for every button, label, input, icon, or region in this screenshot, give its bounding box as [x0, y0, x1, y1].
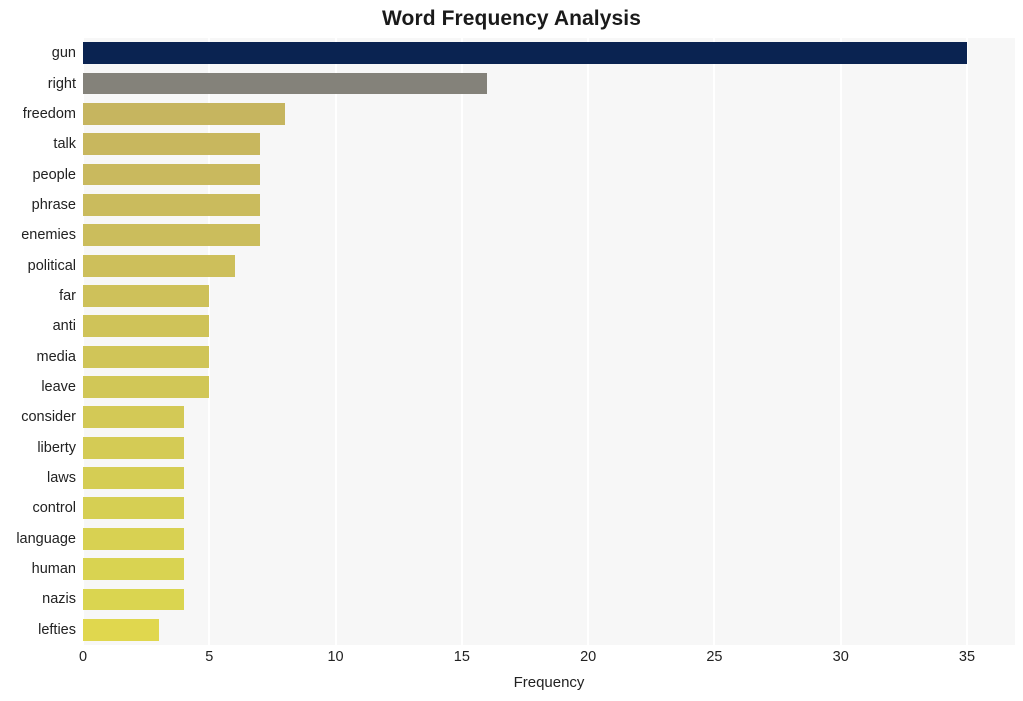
- x-tick-label-35: 35: [958, 649, 976, 665]
- bar-political[interactable]: [83, 254, 235, 277]
- word-frequency-bar-chart: Word Frequency Analysis gun right freedom t…: [0, 0, 1023, 701]
- y-tick-label-media: media: [36, 348, 77, 365]
- bar-row[interactable]: [83, 558, 1015, 581]
- bar-anti[interactable]: [83, 315, 210, 338]
- bar-row[interactable]: [83, 254, 1015, 277]
- bar-far[interactable]: [83, 285, 210, 307]
- bar-gun[interactable]: [83, 42, 967, 65]
- bar-right[interactable]: [83, 72, 488, 95]
- y-tick-label-leave: leave: [41, 379, 76, 396]
- bar-row[interactable]: [83, 133, 1015, 156]
- x-axis-tick-labels: 0 5 10 15 20 25 30 35: [0, 648, 1023, 672]
- x-tick-label-10: 10: [327, 649, 344, 665]
- chart-title: Word Frequency Analysis: [381, 7, 642, 30]
- bar-leave[interactable]: [83, 376, 210, 398]
- y-tick-label-human: human: [31, 561, 76, 578]
- y-tick-label-liberty: liberty: [37, 439, 76, 456]
- bar-lefties[interactable]: [83, 618, 159, 641]
- bar-row[interactable]: [83, 376, 1015, 398]
- bar-human[interactable]: [83, 558, 185, 581]
- y-tick-label-enemies: enemies: [21, 227, 76, 244]
- y-tick-label-right: right: [47, 75, 76, 92]
- bar-row[interactable]: [83, 224, 1015, 247]
- y-tick-label-political: political: [27, 257, 76, 274]
- y-tick-label-lefties: lefties: [38, 621, 76, 638]
- bar-row[interactable]: [83, 618, 1015, 641]
- y-tick-label-control: control: [32, 500, 76, 517]
- y-tick-label-nazis: nazis: [42, 591, 76, 608]
- bar-people[interactable]: [83, 163, 260, 186]
- x-tick-label-15: 15: [453, 649, 470, 665]
- bar-media[interactable]: [83, 345, 210, 368]
- bar-row[interactable]: [83, 42, 1015, 65]
- x-tick-label-20: 20: [580, 649, 597, 665]
- bar-row[interactable]: [83, 497, 1015, 520]
- bar-phrase[interactable]: [83, 193, 260, 216]
- y-tick-label-consider: consider: [21, 409, 76, 426]
- bar-liberty[interactable]: [83, 436, 185, 459]
- y-tick-label-language: language: [16, 530, 76, 547]
- bar-talk[interactable]: [83, 133, 260, 156]
- bar-row[interactable]: [83, 102, 1015, 125]
- bar-row[interactable]: [83, 527, 1015, 550]
- bar-row[interactable]: [83, 436, 1015, 459]
- bar-row[interactable]: [83, 588, 1015, 611]
- bar-row[interactable]: [83, 193, 1015, 216]
- bar-series: [83, 38, 1015, 645]
- bar-freedom[interactable]: [83, 102, 286, 125]
- bar-row[interactable]: [83, 72, 1015, 95]
- bar-row[interactable]: [83, 467, 1015, 489]
- x-tick-label-5: 5: [205, 649, 214, 665]
- x-axis-title: Frequency: [513, 674, 585, 691]
- bar-row[interactable]: [83, 406, 1015, 429]
- bar-row[interactable]: [83, 163, 1015, 186]
- x-tick-label-30: 30: [832, 649, 849, 665]
- x-tick-label-25: 25: [706, 649, 723, 665]
- y-tick-label-freedom: freedom: [22, 105, 76, 122]
- bar-language[interactable]: [83, 527, 185, 550]
- y-tick-label-gun: gun: [51, 45, 76, 62]
- bar-row[interactable]: [83, 345, 1015, 368]
- bar-control[interactable]: [83, 497, 185, 520]
- y-axis-category-labels: gun right freedom talk people phrase enemies po…: [0, 38, 76, 645]
- x-tick-label-0: 0: [78, 649, 88, 665]
- bar-row[interactable]: [83, 315, 1015, 338]
- bar-row[interactable]: [83, 285, 1015, 307]
- y-tick-label-far: far: [59, 287, 76, 304]
- bar-nazis[interactable]: [83, 588, 185, 611]
- y-tick-label-anti: anti: [52, 318, 76, 335]
- y-tick-label-phrase: phrase: [31, 196, 76, 213]
- y-tick-label-talk: talk: [53, 136, 76, 153]
- bar-laws[interactable]: [83, 467, 185, 489]
- y-tick-label-people: people: [32, 166, 76, 183]
- y-tick-label-laws: laws: [46, 470, 76, 487]
- bar-consider[interactable]: [83, 406, 185, 429]
- bar-enemies[interactable]: [83, 224, 260, 247]
